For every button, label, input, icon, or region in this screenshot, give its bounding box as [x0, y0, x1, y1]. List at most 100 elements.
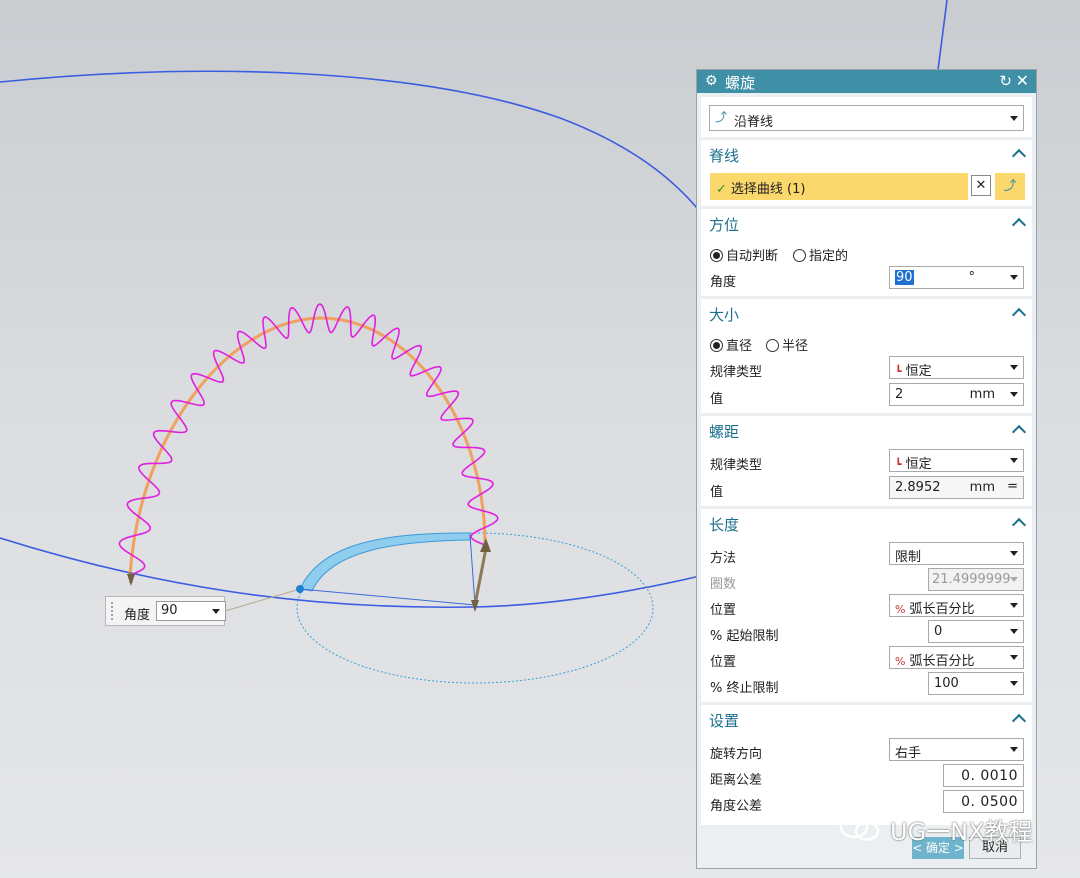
radio-specified-label: 指定的: [809, 249, 849, 264]
start-position-label: 位置: [710, 603, 737, 618]
length-header[interactable]: 长度: [709, 514, 739, 535]
rotation-label: 旋转方向: [710, 747, 763, 762]
turns-label: 圈数: [710, 577, 737, 592]
size-value-label: 值: [710, 392, 724, 407]
turns-value: 21.4999999: [932, 572, 1011, 587]
size-value-input[interactable]: 2 mm: [889, 383, 1024, 406]
pitch-law-label: 规律类型: [710, 458, 763, 473]
helix-dialog: ⚙ 螺旋 ↻ ✕ ⤴ 沿脊线 脊线 ✓ 选择曲线 (1) ✕ ⤴ 方位 自动判断 …: [696, 69, 1037, 869]
radio-auto[interactable]: 自动判断: [710, 245, 778, 264]
settings-header[interactable]: 设置: [709, 710, 739, 731]
radio-radius[interactable]: 半径: [766, 335, 808, 354]
law-constant-icon: ┗: [895, 458, 902, 471]
distance-tolerance-value: 0. 0010: [961, 768, 1018, 784]
radio-specified-indicator[interactable]: [793, 249, 806, 262]
watermark-text: UG一NX教程: [890, 818, 1033, 846]
wechat-icon: [839, 815, 880, 841]
start-limit-label: % 起始限制: [710, 629, 779, 644]
angle-ray-2: [469, 534, 476, 606]
start-position-value: 弧长百分比: [909, 602, 975, 617]
start-position-select[interactable]: % 弧长百分比: [889, 594, 1024, 617]
angle-tolerance-input[interactable]: 0. 0500: [943, 790, 1024, 813]
settings-section: 设置 旋转方向 右手 距离公差 0. 0010 角度公差 0. 0500: [701, 705, 1032, 825]
angle-tolerance-value: 0. 0500: [961, 794, 1018, 810]
radio-radius-label: 半径: [782, 339, 809, 354]
callout-angle-label: 角度: [124, 608, 151, 623]
size-header[interactable]: 大小: [709, 304, 739, 325]
method-select[interactable]: 限制: [889, 542, 1024, 565]
arc-length-percent-icon: %: [895, 655, 906, 668]
collapse-icon[interactable]: [1011, 517, 1027, 533]
end-position-select[interactable]: % 弧长百分比: [889, 646, 1024, 669]
angle-input[interactable]: 90 °: [889, 266, 1024, 289]
radio-specified[interactable]: 指定的: [793, 245, 848, 264]
pitch-value-label: 值: [710, 485, 724, 500]
angle-indicator[interactable]: [299, 532, 471, 592]
select-curve-row[interactable]: ✓ 选择曲线 (1): [710, 173, 968, 200]
reset-icon[interactable]: ↻: [999, 72, 1012, 90]
orientation-section: 方位 自动判断 指定的 角度 90 °: [701, 209, 1032, 296]
deselect-icon[interactable]: ✕: [971, 175, 991, 196]
pitch-law-select[interactable]: ┗ 恒定: [889, 449, 1024, 472]
check-icon: ✓: [716, 182, 727, 197]
helix-type-value: 沿脊线: [734, 115, 774, 130]
gear-icon[interactable]: ⚙: [705, 73, 718, 89]
collapse-icon[interactable]: [1011, 713, 1027, 729]
end-limit-input[interactable]: 100: [928, 672, 1024, 695]
turns-input: 21.4999999: [928, 568, 1024, 591]
radio-diameter[interactable]: 直径: [710, 335, 752, 354]
direction-arrow: [473, 547, 488, 606]
pitch-section: 螺距 规律类型 ┗ 恒定 值 2.8952 mm =: [701, 416, 1032, 506]
arc-length-percent-icon: %: [895, 603, 906, 616]
end-limit-value: 100: [934, 676, 959, 691]
length-section: 长度 方法 限制 圈数 21.4999999 位置 % 弧长百分比 % 起始限制 …: [701, 509, 1032, 702]
size-law-label: 规律类型: [710, 365, 763, 380]
collapse-icon[interactable]: [1011, 424, 1027, 440]
collapse-icon[interactable]: [1011, 307, 1027, 323]
pitch-law-value: 恒定: [905, 457, 932, 472]
close-icon[interactable]: ✕: [1016, 71, 1029, 90]
pitch-value-input[interactable]: 2.8952 mm =: [889, 476, 1024, 499]
size-value: 2: [895, 387, 904, 402]
angle-callout[interactable]: 角度 90: [105, 596, 226, 626]
size-law-select[interactable]: ┗ 恒定: [889, 356, 1024, 379]
spine-section: 脊线 ✓ 选择曲线 (1) ✕ ⤴: [701, 140, 1032, 206]
spine-header[interactable]: 脊线: [709, 145, 739, 166]
reference-curve-upper: [0, 70, 721, 241]
radio-radius-indicator[interactable]: [766, 339, 779, 352]
dialog-title: 螺旋: [725, 74, 756, 92]
helix-type-select[interactable]: ⤴ 沿脊线: [709, 105, 1024, 131]
radio-diameter-indicator[interactable]: [710, 339, 723, 352]
rotation-value: 右手: [895, 746, 922, 761]
start-arrow-head: [127, 574, 135, 586]
pitch-unit: mm: [969, 480, 995, 495]
size-law-value: 恒定: [905, 364, 932, 379]
along-spine-icon: ⤴: [715, 110, 728, 124]
end-position-label: 位置: [710, 655, 737, 670]
rotation-select[interactable]: 右手: [889, 738, 1024, 761]
angle-handle[interactable]: [296, 585, 304, 593]
radio-auto-label: 自动判断: [726, 249, 779, 264]
dialog-titlebar[interactable]: ⚙ 螺旋 ↻ ✕: [697, 70, 1036, 93]
end-position-value: 弧长百分比: [909, 654, 975, 669]
law-constant-icon: ┗: [895, 365, 902, 378]
distance-tolerance-input[interactable]: 0. 0010: [943, 764, 1024, 787]
curve-picker-icon[interactable]: ⤴: [995, 173, 1025, 200]
angle-tolerance-label: 角度公差: [710, 799, 763, 814]
orientation-header[interactable]: 方位: [709, 214, 739, 235]
drag-grip[interactable]: [110, 601, 114, 621]
radio-auto-indicator[interactable]: [710, 249, 723, 262]
method-label: 方法: [710, 551, 737, 566]
formula-equals-icon[interactable]: =: [1007, 479, 1018, 494]
pitch-header[interactable]: 螺距: [709, 421, 739, 442]
collapse-icon[interactable]: [1011, 148, 1027, 164]
callout-angle-select[interactable]: 90: [156, 601, 226, 621]
angle-label: 角度: [710, 275, 737, 290]
collapse-icon[interactable]: [1011, 217, 1027, 233]
radio-diameter-label: 直径: [726, 339, 753, 354]
angle-value: 90: [895, 270, 914, 285]
end-limit-label: % 终止限制: [710, 681, 779, 696]
start-limit-value: 0: [934, 624, 943, 639]
start-limit-input[interactable]: 0: [928, 620, 1024, 643]
direction-arrow-head: [480, 538, 491, 552]
